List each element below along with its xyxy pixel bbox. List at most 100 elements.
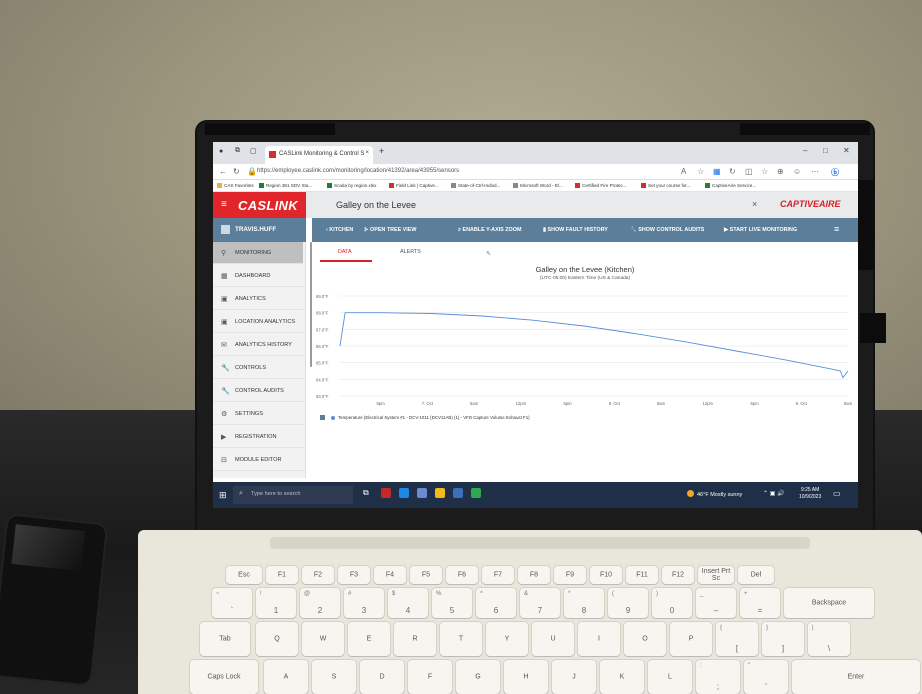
letter-key[interactable]: W <box>302 622 344 656</box>
sidebar-item-module-editor[interactable]: ⊟ MODULE EDITOR <box>213 449 303 471</box>
tab-key[interactable]: Tab <box>200 622 250 656</box>
function-key[interactable]: Esc <box>226 566 262 584</box>
read-aloud-icon[interactable]: A <box>681 167 686 176</box>
series-line[interactable] <box>339 312 849 379</box>
y-axis-zoom-button[interactable]: ⌕ ENABLE Y-AXIS ZOOM <box>458 227 521 234</box>
letter-key[interactable]: P <box>670 622 712 656</box>
letter-key[interactable]: Q <box>256 622 298 656</box>
sidebar-item-dashboard[interactable]: ▦ DASHBOARD <box>213 265 303 287</box>
fault-history-button[interactable]: ▮ SHOW FAULT HISTORY <box>543 227 608 233</box>
favorite-link[interactable]: Scada by region.xlsx <box>327 183 376 188</box>
collections-icon[interactable]: ⊕ <box>777 167 784 176</box>
edge-icon[interactable] <box>399 488 409 498</box>
function-key[interactable]: F11 <box>626 566 658 584</box>
sidebar-item-registration[interactable]: ▶ REGISTRATION <box>213 426 303 448</box>
function-key[interactable]: F4 <box>374 566 406 584</box>
symbol-key[interactable]: | \ <box>808 622 850 656</box>
windows-start-icon[interactable]: ⊞ <box>219 490 227 501</box>
more-icon[interactable]: ⋯ <box>811 167 819 176</box>
app-icon[interactable] <box>471 488 481 498</box>
symbol-key[interactable]: :; <box>696 660 740 694</box>
function-key[interactable]: F3 <box>338 566 370 584</box>
letter-key[interactable]: D <box>360 660 404 694</box>
user-header[interactable]: TRAVIS.HUFF <box>213 218 306 242</box>
letter-key[interactable]: E <box>348 622 390 656</box>
number-key[interactable]: + = <box>740 588 780 618</box>
url-field[interactable]: https://employee.caslink.com/monitoring/… <box>257 168 459 174</box>
symbol-key[interactable]: " ' <box>744 660 788 694</box>
number-key[interactable]: * 8 <box>564 588 604 618</box>
letter-key[interactable]: K <box>600 660 644 694</box>
favorite-link[interactable]: Set your course for... <box>641 183 690 188</box>
letter-key[interactable]: H <box>504 660 548 694</box>
refresh-alt-icon[interactable]: ↻ <box>729 167 736 176</box>
caps-lock-key[interactable]: Caps Lock <box>190 660 258 694</box>
tab-actions-icon[interactable]: ▢ <box>250 147 257 155</box>
number-key[interactable]: ) 0 <box>652 588 692 618</box>
open-tree-view-button[interactable]: ⊱ OPEN TREE VIEW <box>364 227 416 233</box>
refresh-icon[interactable]: ↻ <box>233 167 240 176</box>
enter-key[interactable]: Enter <box>792 660 920 694</box>
favorites-icon[interactable]: ☆ <box>761 167 768 176</box>
minimize-button[interactable]: – <box>803 146 807 155</box>
letter-key[interactable]: F <box>408 660 452 694</box>
number-key[interactable]: @2 <box>300 588 340 618</box>
function-key[interactable]: Del <box>738 566 774 584</box>
profile-icon[interactable]: ☺ <box>793 167 801 176</box>
number-key[interactable]: $4 <box>388 588 428 618</box>
favorite-link[interactable]: Field Link | Captive... <box>389 183 439 188</box>
tab-alerts[interactable]: ALERTS <box>400 249 421 255</box>
taskbar-clock[interactable]: 9:25 AM 10/9/2023 <box>799 487 821 501</box>
favorite-link[interactable]: Microsoft Word - El... <box>513 183 563 188</box>
workspaces-icon[interactable]: ⧉ <box>235 147 240 155</box>
sidebar-item-monitoring[interactable]: ⚲ MONITORING <box>213 242 303 264</box>
favorite-link[interactable]: CAS Favorites <box>217 183 254 188</box>
function-key[interactable]: F2 <box>302 566 334 584</box>
backspace-key[interactable]: Backspace <box>784 588 874 618</box>
function-key[interactable]: F7 <box>482 566 514 584</box>
back-arrow-icon[interactable]: ← <box>219 167 227 176</box>
letter-key[interactable]: L <box>648 660 692 694</box>
function-key[interactable]: F12 <box>662 566 694 584</box>
maximize-button[interactable]: □ <box>823 146 828 155</box>
favorite-link[interactable]: Region 361 SDV Sta... <box>259 183 312 188</box>
function-key[interactable]: F6 <box>446 566 478 584</box>
number-key[interactable]: % 5 <box>432 588 472 618</box>
favorite-link[interactable]: CaptiveAire Service... <box>705 183 756 188</box>
app-icon[interactable] <box>381 488 391 498</box>
letter-key[interactable]: I <box>578 622 620 656</box>
new-tab-button[interactable]: + <box>379 146 384 156</box>
hamburger-menu-icon[interactable]: ≡ <box>221 199 227 210</box>
task-view-icon[interactable]: ⧉ <box>363 488 373 498</box>
favorite-link[interactable]: State-of-Ctrl-Indivd... <box>451 183 500 188</box>
close-window-button[interactable]: ✕ <box>843 146 850 155</box>
function-key[interactable]: F1 <box>266 566 298 584</box>
function-key[interactable]: F5 <box>410 566 442 584</box>
legend-checkbox[interactable] <box>320 415 325 420</box>
sidebar-item-location-analytics[interactable]: ▣ LOCATION ANALYTICS <box>213 311 303 333</box>
split-screen-icon[interactable]: ◫ <box>745 167 753 176</box>
apps-grid-icon[interactable]: ▦ <box>713 167 721 176</box>
sidebar-item-analytics-history[interactable]: ✉ ANALYTICS HISTORY <box>213 334 303 356</box>
letter-key[interactable]: Y <box>486 622 528 656</box>
number-key[interactable]: ^ 6 <box>476 588 516 618</box>
letter-key[interactable]: A <box>264 660 308 694</box>
letter-key[interactable]: R <box>394 622 436 656</box>
letter-key[interactable]: S <box>312 660 356 694</box>
control-audits-button[interactable]: 🔧 SHOW CONTROL AUDITS <box>630 227 704 233</box>
close-icon[interactable]: × <box>752 199 757 209</box>
chart-legend[interactable]: Temperature (Electrical System #1 - DCV-… <box>320 415 530 420</box>
profile-icon[interactable]: ● <box>219 148 223 155</box>
letter-key[interactable]: J <box>552 660 596 694</box>
number-key[interactable]: #3 <box>344 588 384 618</box>
weather-widget[interactable]: 46°F Mostly sunny <box>687 490 742 498</box>
taskbar-search[interactable]: ⌕ Type here to search <box>233 486 353 504</box>
function-key[interactable]: Insert Prt Sc <box>698 566 734 584</box>
sidebar-item-control-audits[interactable]: 🔧 CONTROL AUDITS <box>213 380 303 402</box>
back-kitchen-button[interactable]: ‹ KITCHEN <box>326 227 353 233</box>
number-key[interactable]: (9 <box>608 588 648 618</box>
favorite-link[interactable]: Certified Fire Protec... <box>575 183 627 188</box>
notifications-icon[interactable]: ▭ <box>833 489 841 498</box>
favorite-star-icon[interactable]: ☆ <box>697 167 704 176</box>
browser-tab[interactable]: CASLink Monitoring & Control S × <box>265 146 373 164</box>
